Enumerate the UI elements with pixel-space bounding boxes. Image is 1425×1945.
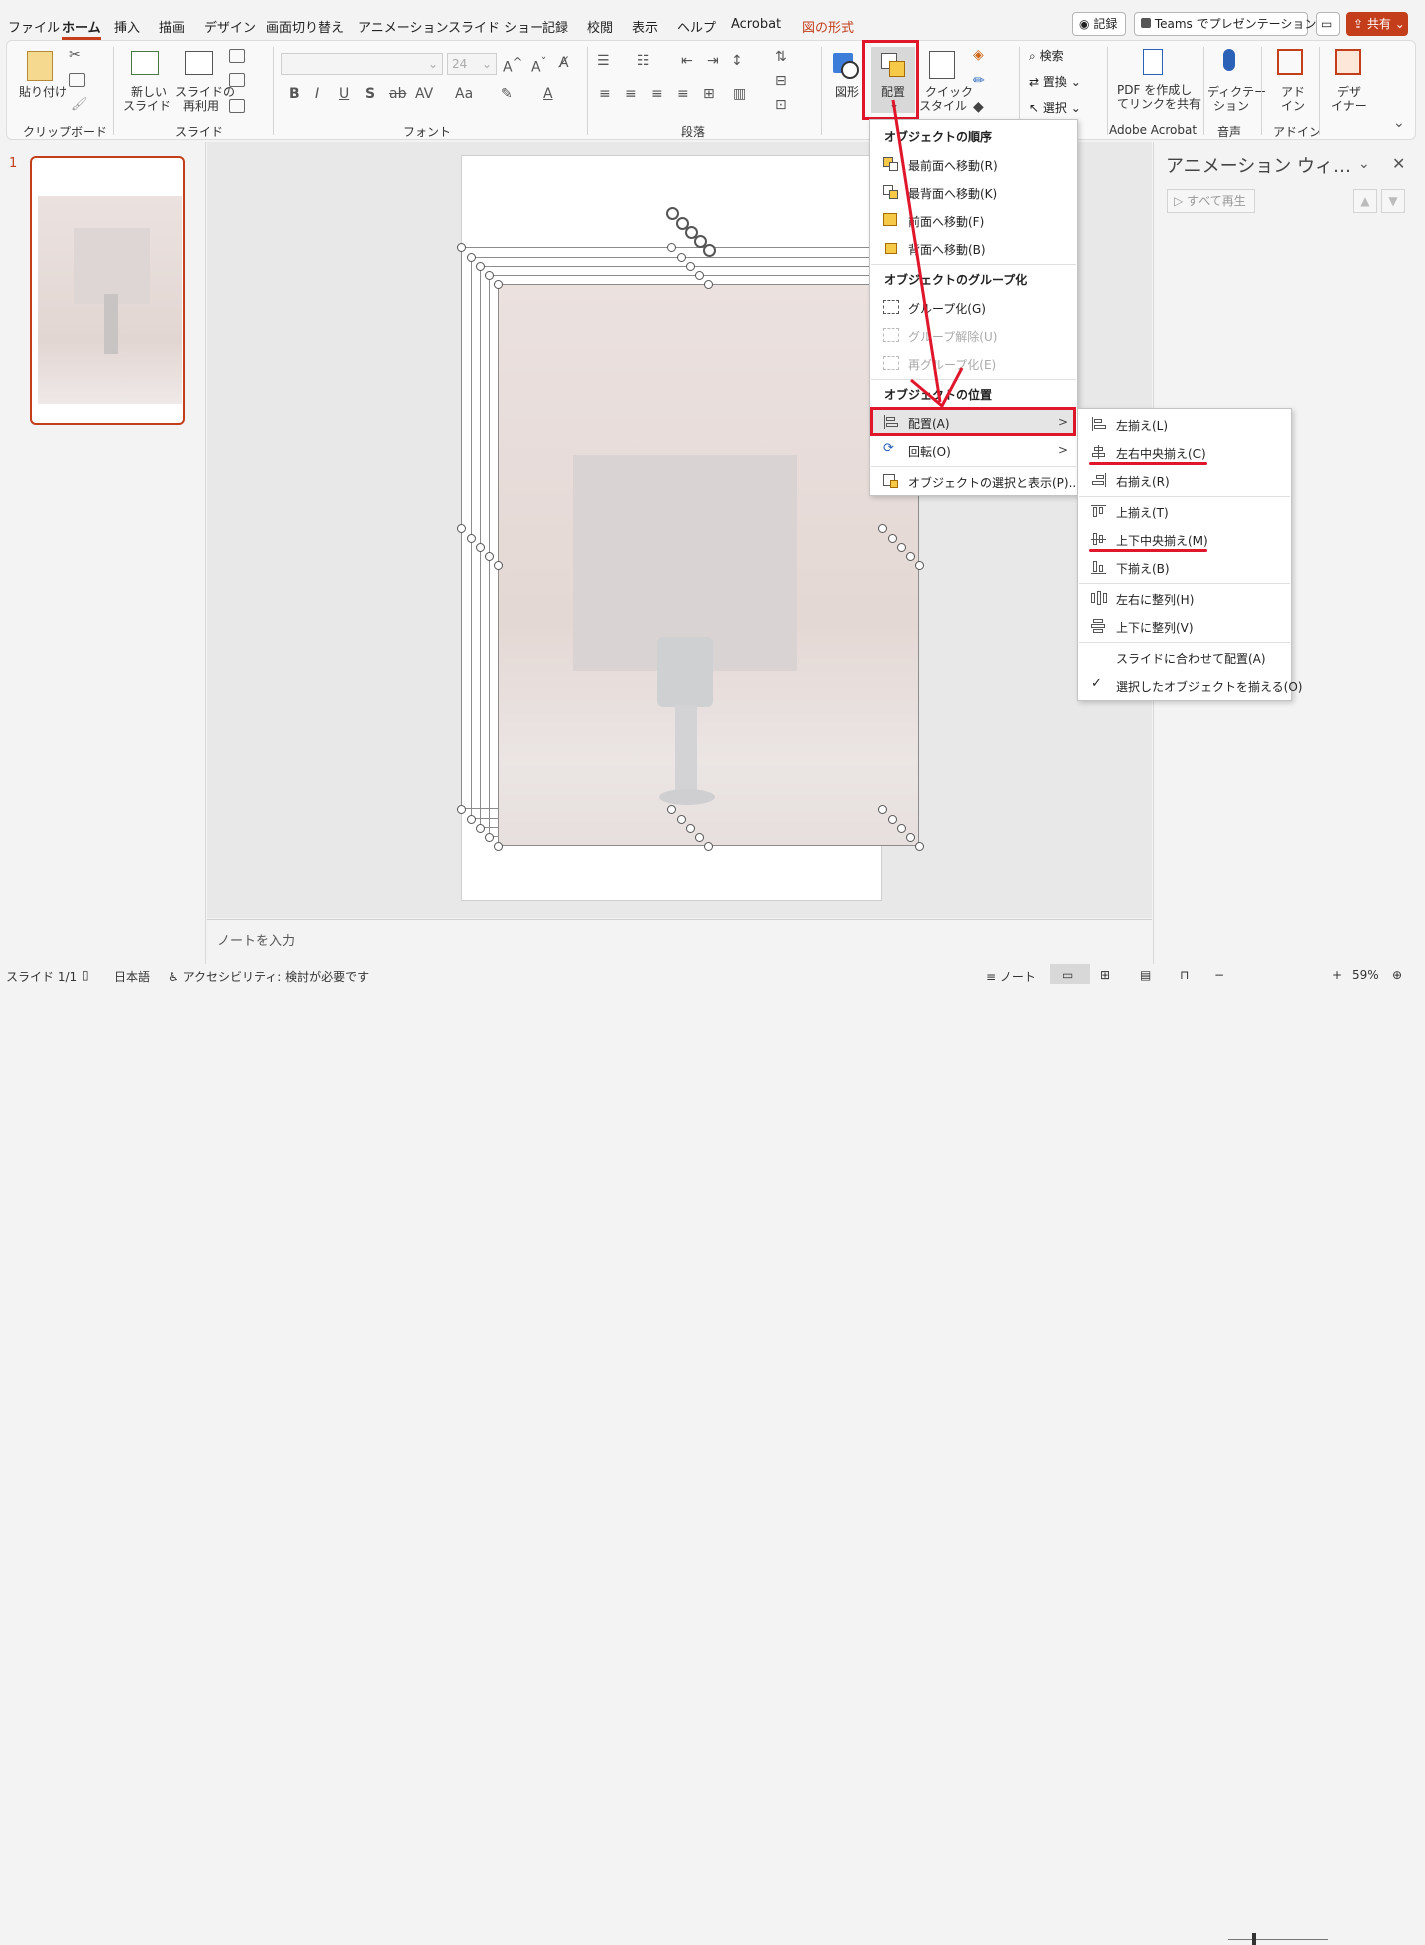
annotation-arrow — [891, 99, 964, 409]
zoom-slider-thumb[interactable] — [1252, 1933, 1256, 1945]
zoom-slider-track[interactable] — [1228, 1939, 1328, 1940]
